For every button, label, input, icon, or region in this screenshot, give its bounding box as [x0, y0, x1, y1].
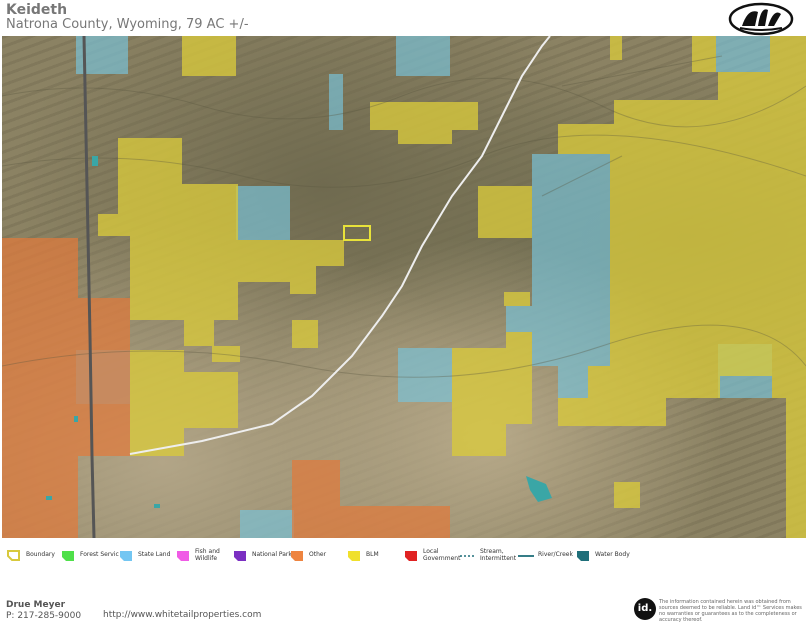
legend-label: National Park [252, 551, 292, 558]
fish-wildlife-icon [177, 551, 189, 561]
legend-label: Local Government [423, 548, 461, 562]
map-header: Keideth Natrona County, Wyoming, 79 AC +… [0, 0, 808, 36]
other-icon [291, 551, 303, 561]
legend-label: State Land [138, 551, 171, 558]
forest-service-icon [62, 551, 74, 561]
river-creek-icon [518, 555, 534, 557]
blm-layer [98, 36, 806, 538]
aerial-map[interactable]: 0 5000 10000 15000 20000ft [2, 36, 806, 538]
legend-label: Boundary [26, 551, 55, 558]
interstate-highway [82, 36, 96, 538]
legend-label: Other [309, 551, 327, 558]
land-id-logo-icon: id. [634, 598, 656, 620]
local-government-icon [405, 551, 417, 561]
land-ownership-overlay [2, 36, 806, 538]
state-land-icon [120, 551, 132, 561]
blm-icon [348, 551, 360, 561]
map-legend: Boundary Forest Servic State Land Fish a… [0, 542, 808, 568]
legend-label: Forest Servic [80, 551, 119, 558]
legend-label: Water Body [595, 551, 630, 558]
legend-label: River/Creek [538, 551, 573, 558]
disclaimer-text: The information contained herein was obt… [659, 599, 802, 623]
legend-label: Stream, Intermittent [480, 548, 517, 562]
property-boundary [343, 225, 371, 241]
boundary-icon [7, 550, 20, 561]
legend-label: BLM [366, 551, 379, 558]
property-title: Keideth [6, 2, 68, 18]
national-park-icon [234, 551, 246, 561]
whitetail-logo-icon [728, 2, 794, 36]
legend-label: Fish and Wildlife [195, 548, 220, 562]
website-link[interactable]: http://www.whitetailproperties.com [103, 610, 261, 620]
agent-phone: P: 217-285-9000 [6, 611, 82, 621]
property-subtitle: Natrona County, Wyoming, 79 AC +/- [6, 17, 249, 32]
water-body-icon [577, 551, 589, 561]
agent-name: Drue Meyer [6, 600, 66, 610]
stream-intermittent-icon [460, 555, 476, 557]
